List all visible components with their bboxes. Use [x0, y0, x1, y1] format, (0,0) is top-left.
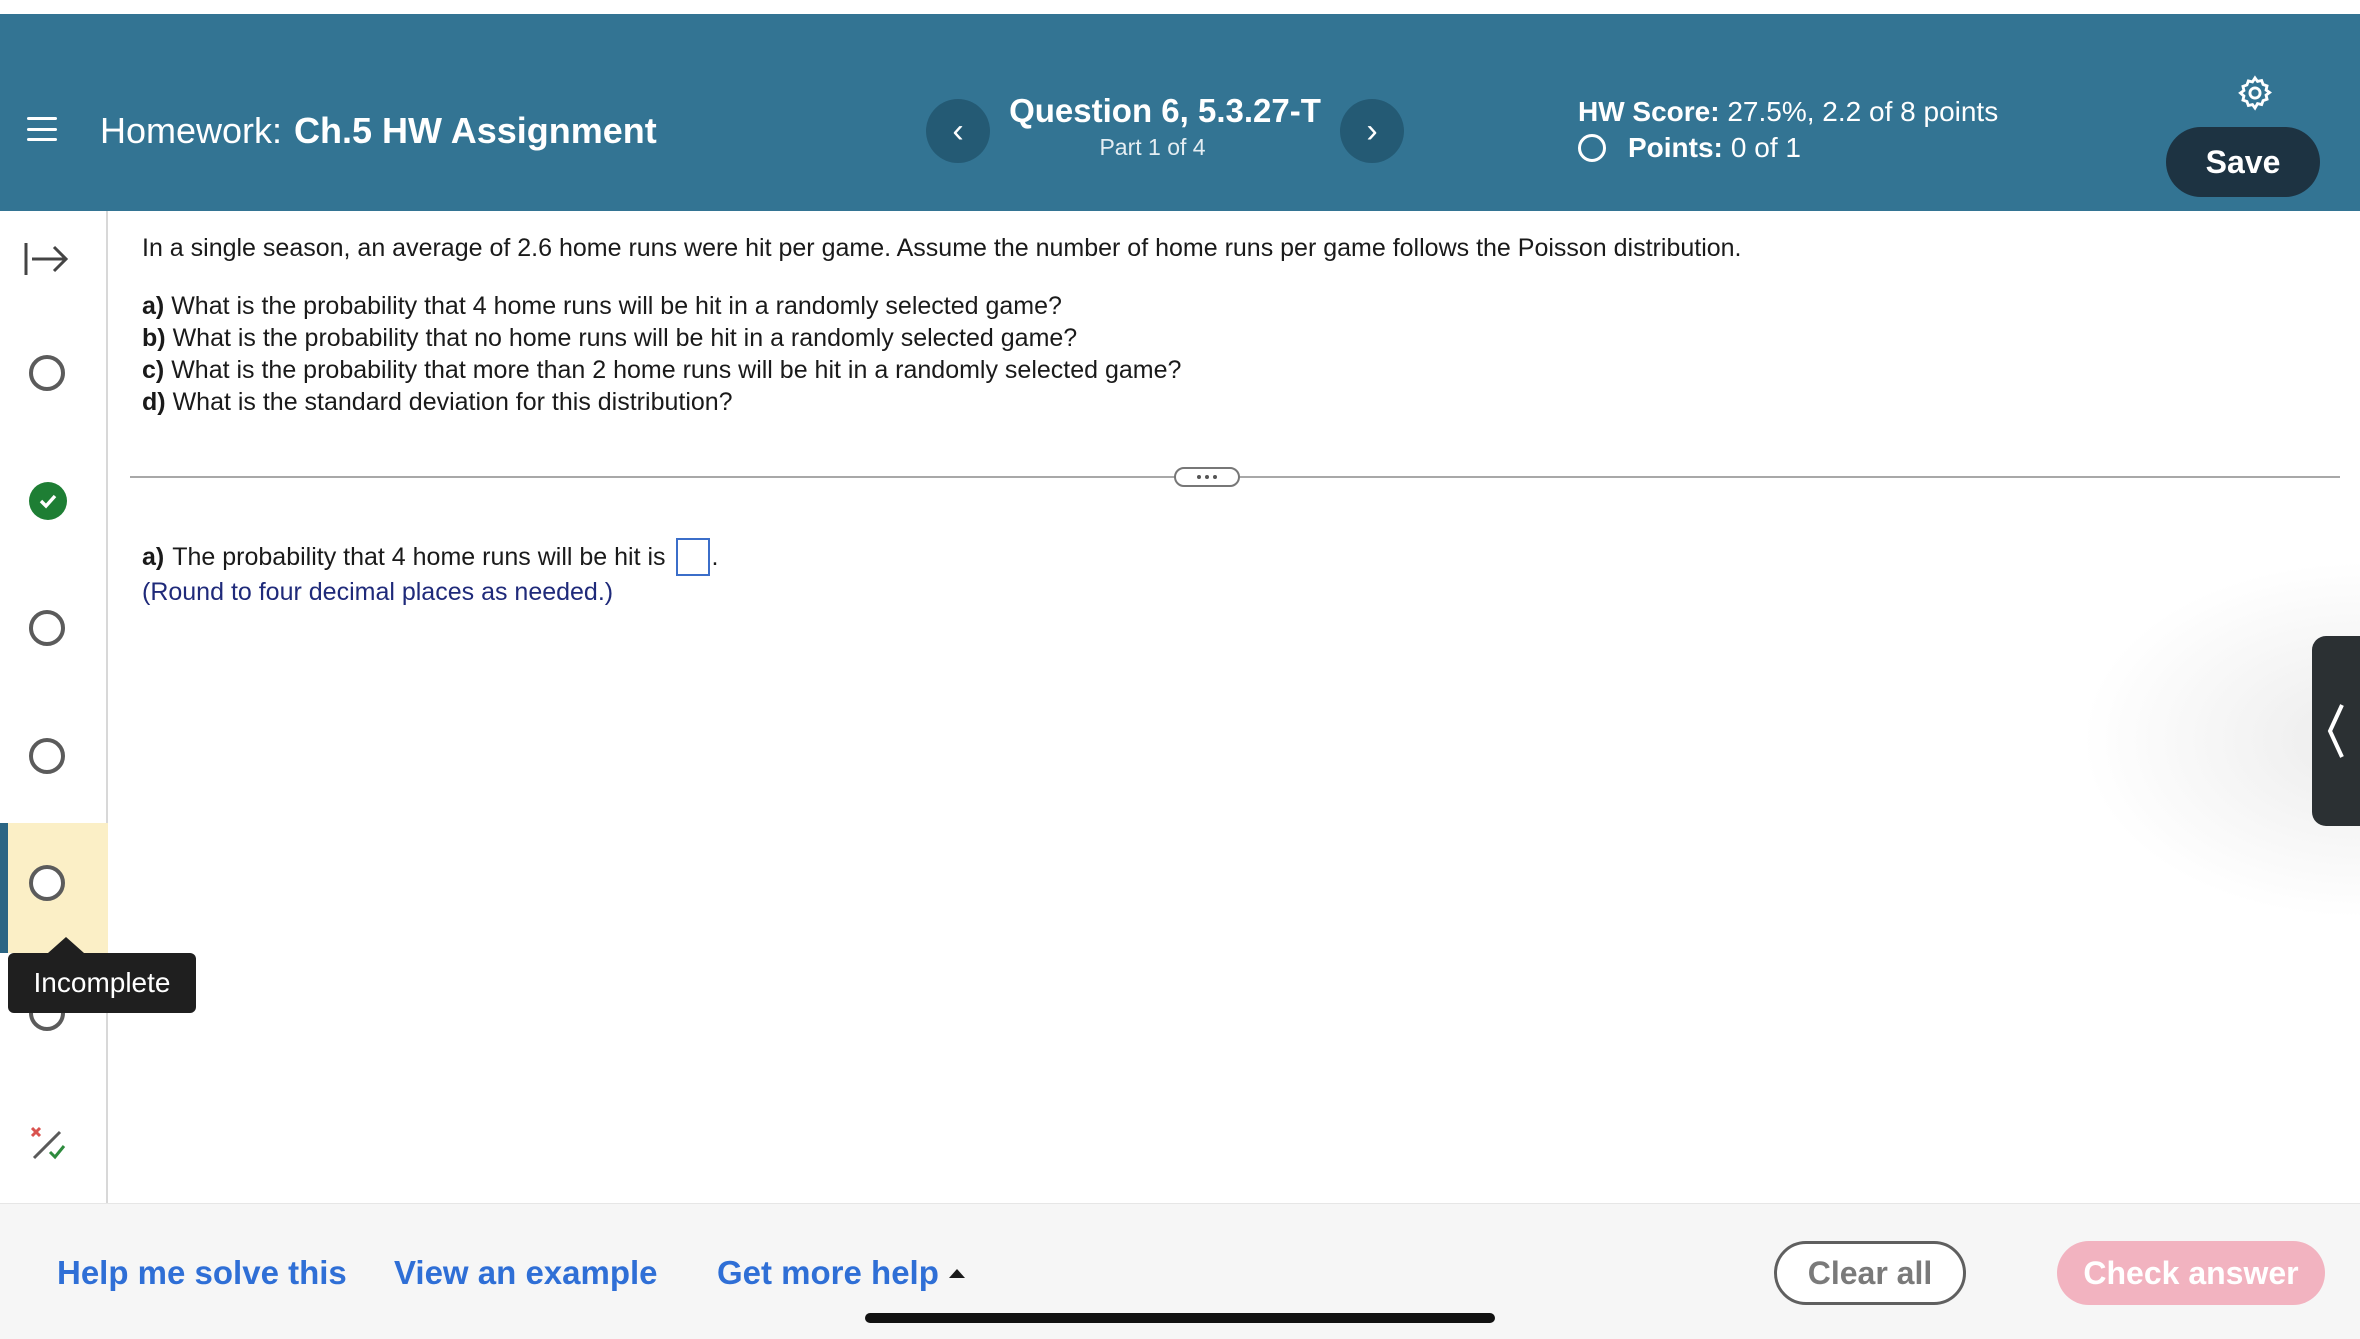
points-value: 0 of 1 — [1730, 132, 1801, 163]
next-question-button[interactable]: › — [1340, 99, 1404, 163]
part-text: What is the probability that more than 2… — [171, 356, 1182, 384]
part-text: What is the probability that 4 home runs… — [171, 292, 1062, 320]
side-panel-toggle[interactable] — [2312, 636, 2360, 826]
hamburger-menu-icon[interactable] — [27, 117, 57, 141]
hw-score-value: 27.5%, 2.2 of 8 points — [1727, 96, 1999, 127]
question-title: Question 6, 5.3.27-T — [1009, 92, 1321, 129]
part-label: a) — [142, 292, 165, 320]
question-status-incomplete-icon[interactable] — [29, 355, 65, 391]
hw-score: HW Score: 27.5%, 2.2 of 8 points — [1578, 96, 1998, 128]
question-status-incomplete-icon[interactable] — [29, 610, 65, 646]
save-button[interactable]: Save — [2166, 127, 2320, 197]
part-text: What is the standard deviation for this … — [172, 388, 733, 416]
chevron-right-icon: › — [1366, 111, 1378, 150]
question-rail — [0, 211, 108, 1203]
top-header: Homework: Ch.5 HW Assignment ‹ Question 6… — [0, 14, 2360, 211]
hw-score-label: HW Score: — [1578, 96, 1720, 127]
answer-input[interactable] — [675, 538, 710, 576]
rounding-hint: (Round to four decimal places as needed.… — [142, 578, 614, 606]
question-status-incomplete-icon[interactable] — [29, 738, 65, 774]
question-part: Part 1 of 4 — [1099, 134, 1206, 160]
homework-name: Ch.5 HW Assignment — [294, 110, 657, 151]
check-answer-button[interactable]: Check answer — [2057, 1241, 2325, 1305]
part-label: b) — [142, 324, 166, 352]
answer-prompt: The probability that 4 home runs will be… — [172, 542, 666, 571]
current-question-highlight[interactable] — [0, 823, 108, 953]
home-indicator — [865, 1313, 1495, 1323]
homework-title: Homework: Ch.5 HW Assignment — [100, 110, 657, 152]
question-parts: a) What is the probability that 4 home r… — [142, 290, 2322, 418]
partial-credit-icon[interactable] — [28, 1124, 66, 1162]
question-part-d: d) What is the standard deviation for th… — [142, 386, 2322, 418]
chevron-left-icon: ‹ — [952, 111, 964, 150]
answer-period: . — [711, 542, 719, 571]
divider-drag-handle[interactable] — [1174, 467, 1240, 487]
question-part-a: a) What is the probability that 4 home r… — [142, 290, 2322, 322]
question-part-c: c) What is the probability that more tha… — [142, 354, 2322, 386]
part-label: c) — [142, 356, 165, 384]
question-points: Points: 0 of 1 — [1578, 132, 1801, 164]
caret-up-icon — [948, 1268, 965, 1278]
previous-question-button[interactable]: ‹ — [926, 99, 990, 163]
gear-icon[interactable] — [2236, 74, 2274, 112]
homework-label: Homework: — [100, 110, 283, 151]
chevron-left-icon — [2327, 704, 2344, 758]
page: Homework: Ch.5 HW Assignment ‹ Question 6… — [0, 0, 2360, 1339]
view-example-link[interactable]: View an example — [394, 1254, 658, 1292]
question-status-incomplete-icon[interactable] — [29, 865, 65, 901]
get-more-help-link[interactable]: Get more help — [717, 1254, 965, 1292]
part-text: What is the probability that no home run… — [172, 324, 1078, 352]
question-intro: In a single season, an average of 2.6 ho… — [142, 234, 1742, 262]
answer-part-label: a) — [142, 542, 165, 571]
question-status-complete-icon[interactable] — [29, 482, 67, 520]
answer-line: a) The probability that 4 home runs will… — [142, 538, 719, 576]
help-me-solve-link[interactable]: Help me solve this — [57, 1254, 347, 1292]
clear-all-button[interactable]: Clear all — [1774, 1241, 1966, 1305]
part-label: d) — [142, 388, 166, 416]
status-tooltip: Incomplete — [8, 937, 196, 1013]
get-more-help-label: Get more help — [717, 1254, 939, 1291]
question-part-b: b) What is the probability that no home … — [142, 322, 2322, 354]
question-body: In a single season, an average of 2.6 ho… — [142, 232, 2322, 418]
points-label: Points: — [1628, 132, 1723, 163]
points-status-icon — [1578, 134, 1606, 162]
expand-panel-icon[interactable] — [22, 239, 72, 279]
